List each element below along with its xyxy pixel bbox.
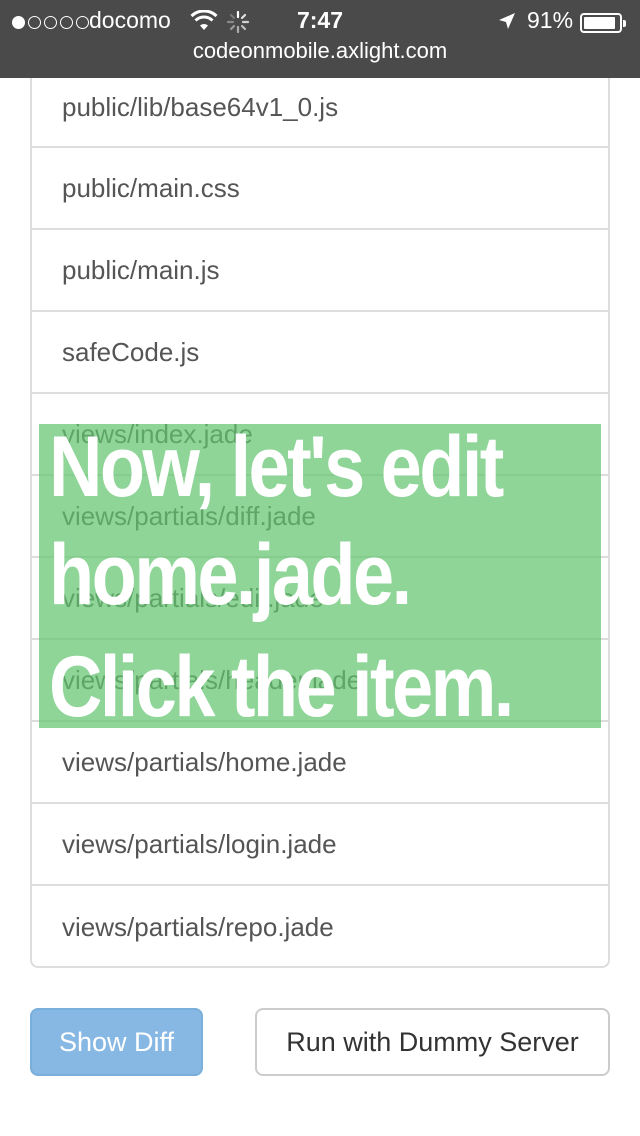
overlay-line-2: home.jade. bbox=[49, 527, 412, 623]
file-list-item[interactable]: public/main.css bbox=[32, 148, 608, 230]
overlay-line-1: Now, let's edit bbox=[49, 419, 504, 515]
file-list-item[interactable]: public/main.js bbox=[32, 230, 608, 312]
overlay-line-3: Click the item. bbox=[49, 639, 514, 735]
location-arrow-icon bbox=[497, 11, 517, 36]
status-bar: docomo 7:47 91% codeonmobile.axlight.com bbox=[0, 0, 640, 78]
url-bar[interactable]: codeonmobile.axlight.com bbox=[0, 38, 640, 64]
file-list-item[interactable]: safeCode.js bbox=[32, 312, 608, 394]
show-diff-button[interactable]: Show Diff bbox=[30, 1008, 203, 1076]
file-list-item[interactable]: views/partials/repo.jade bbox=[32, 886, 608, 968]
tutorial-overlay: Now, let's edit home.jade. Click the ite… bbox=[39, 419, 601, 735]
file-list-item[interactable]: views/partials/login.jade bbox=[32, 804, 608, 886]
battery-icon bbox=[580, 13, 626, 33]
battery-percent: 91% bbox=[527, 7, 574, 33]
status-row: docomo 7:47 91% bbox=[0, 4, 640, 38]
battery-level bbox=[584, 17, 615, 29]
run-dummy-server-button[interactable]: Run with Dummy Server bbox=[255, 1008, 610, 1076]
